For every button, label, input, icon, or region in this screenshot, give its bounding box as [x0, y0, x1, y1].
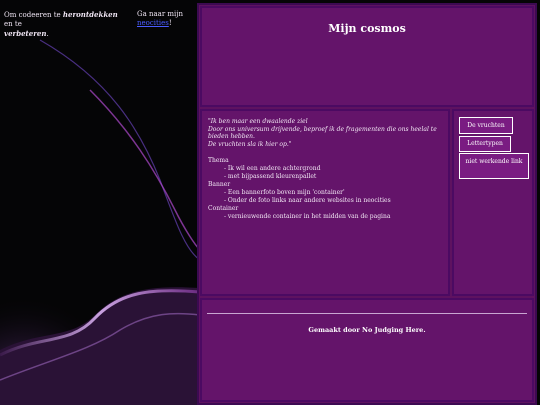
quote-line: Door ons universum drijvende, beproef ik…: [208, 125, 437, 133]
intro-suffix: en te: [4, 20, 22, 28]
header-panel: Mijn cosmos: [200, 6, 534, 107]
footer-panel: Gemaakt door No Judging Here.: [200, 298, 534, 402]
list-item: - vernieuwende container in het midden v…: [224, 213, 391, 220]
footer-credit: Gemaakt door No Judging Here.: [308, 326, 426, 334]
neocities-link[interactable]: neocities: [137, 19, 169, 27]
neocities-note: Ga naar mijn neocities!: [137, 10, 197, 28]
section-title-banner: Banner: [208, 181, 231, 188]
content-panel: "Ik ben maar een dwaalende ziel Door ons…: [200, 109, 450, 296]
intro-prefix: Om codeeren te: [4, 11, 63, 19]
quote-line: De vruchten sla ik hier op.": [208, 140, 292, 148]
sidebar-panel: De vruchten Lettertypen niet werkende li…: [452, 109, 534, 296]
intro-end: .: [46, 30, 49, 38]
intro-bold-2: verbeteren: [4, 29, 47, 38]
section-title-container: Container: [208, 205, 239, 212]
footer-divider: [207, 313, 527, 314]
section-title-theme: Thema: [208, 157, 229, 164]
intro-text: Om codeeren te herontdekken en te verbet…: [4, 10, 124, 39]
list-item: - Ik wil een andere achtergrond: [224, 165, 321, 172]
todo-list: Thema - Ik wil een andere achtergrond - …: [208, 157, 448, 221]
broken-link-button[interactable]: niet werkende link: [459, 153, 529, 179]
intro-quote: "Ik ben maar een dwaalende ziel Door ons…: [208, 118, 448, 148]
quote-line: bieden hebben.: [208, 133, 255, 140]
list-item: - Een bannerfoto boven mijn 'container': [224, 189, 345, 196]
list-item: - met bijpassend kleurenpallet: [224, 173, 317, 180]
page-title: Mijn cosmos: [328, 22, 406, 35]
neocities-note-end: !: [168, 19, 172, 27]
quote-line: "Ik ben maar een dwaalende ziel: [208, 118, 308, 125]
fonts-button[interactable]: Lettertypen: [459, 136, 511, 152]
list-item: - Onder de foto links naar andere websit…: [224, 197, 391, 204]
intro-bold: herontdekken: [62, 10, 118, 19]
fruits-button[interactable]: De vruchten: [459, 117, 513, 134]
neocities-note-prefix: Ga naar mijn: [137, 10, 183, 18]
